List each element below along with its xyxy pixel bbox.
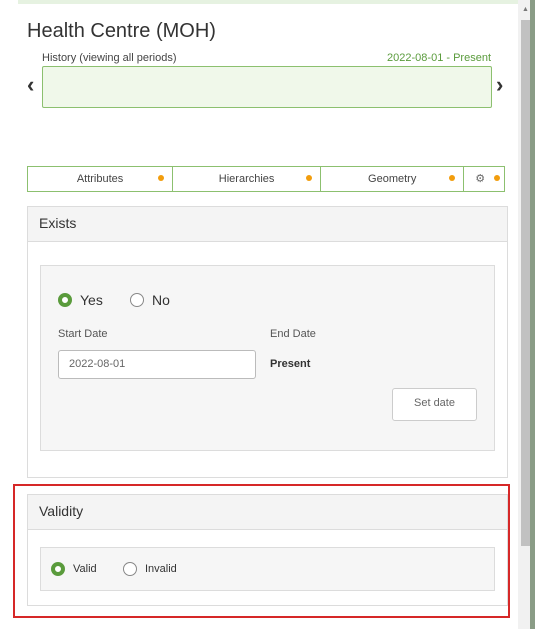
start-date-input[interactable]: 2022-08-01: [58, 350, 256, 379]
map-background-edge: [530, 0, 535, 629]
radio-no-label: No: [152, 292, 170, 308]
tab-attributes[interactable]: Attributes: [28, 167, 174, 191]
history-timeline[interactable]: [42, 66, 492, 108]
tab-hierarchies-label: Hierarchies: [218, 173, 275, 185]
radio-yes-label: Yes: [80, 292, 103, 308]
change-indicator-dot: [306, 175, 313, 181]
radio-invalid-circle[interactable]: [123, 562, 137, 576]
change-indicator-dot: [494, 175, 500, 181]
validity-body: Valid Invalid: [40, 547, 495, 591]
tab-geometry-label: Geometry: [368, 173, 417, 185]
page-title: Health Centre (MOH): [27, 20, 216, 42]
gear-icon: ⚙: [475, 173, 486, 185]
end-date-value: Present: [270, 358, 311, 370]
radio-no[interactable]: No: [130, 292, 170, 308]
tab-bar: Attributes Hierarchies Geometry ⚙: [27, 166, 505, 192]
tab-attributes-label: Attributes: [76, 173, 124, 185]
history-label: History (viewing all periods): [42, 52, 177, 64]
tab-hierarchies[interactable]: Hierarchies: [173, 167, 322, 191]
change-indicator-dot: [158, 175, 165, 181]
validity-header: Validity: [28, 495, 507, 530]
history-next-button[interactable]: ›: [496, 72, 503, 98]
scroll-up-icon[interactable]: ▲: [522, 6, 529, 14]
set-date-button[interactable]: Set date: [392, 388, 477, 421]
tab-settings[interactable]: ⚙: [464, 167, 504, 191]
end-date-label: End Date: [270, 328, 316, 340]
scrollbar-thumb[interactable]: [521, 20, 530, 546]
change-indicator-dot: [449, 175, 456, 181]
start-date-label: Start Date: [58, 328, 108, 340]
radio-invalid-label: Invalid: [145, 563, 177, 575]
radio-no-circle[interactable]: [130, 293, 144, 307]
radio-yes-circle[interactable]: [58, 293, 72, 307]
validity-panel: Validity Valid Invalid: [27, 494, 508, 606]
history-range: 2022-08-01 - Present: [387, 52, 491, 64]
exists-panel: Exists Yes No Start Date End Date 2022-0…: [27, 206, 508, 478]
exists-body: Yes No Start Date End Date 2022-08-01 Pr…: [40, 265, 495, 451]
tab-geometry[interactable]: Geometry: [321, 167, 465, 191]
radio-invalid[interactable]: Invalid: [123, 562, 177, 576]
exists-header: Exists: [28, 207, 507, 242]
radio-valid-circle[interactable]: [51, 562, 65, 576]
radio-valid-label: Valid: [73, 563, 97, 575]
top-accent-line: [18, 0, 518, 4]
radio-yes[interactable]: Yes: [58, 292, 103, 308]
radio-valid[interactable]: Valid: [51, 562, 97, 576]
history-prev-button[interactable]: ‹: [27, 72, 34, 98]
